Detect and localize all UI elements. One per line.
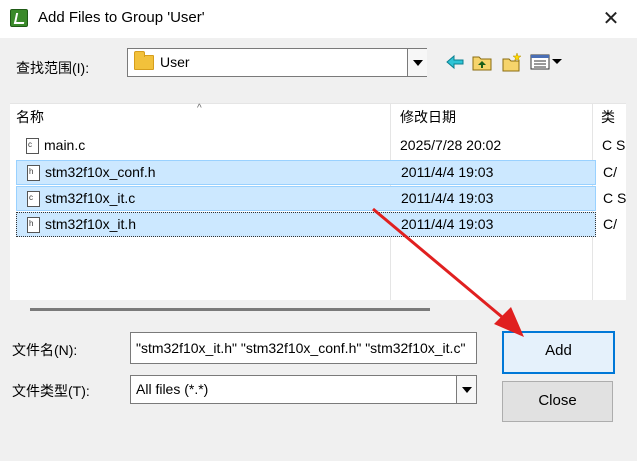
file-name-value: "stm32f10x_it.h" "stm32f10x_conf.h" "stm… [136, 340, 466, 356]
file-name: stm32f10x_it.h [45, 216, 137, 232]
file-name: main.c [44, 137, 86, 153]
scrollbar-thumb[interactable] [30, 308, 430, 311]
file-type: C S [602, 137, 626, 153]
c-file-icon [26, 138, 39, 154]
list-item[interactable]: stm32f10x_conf.h 2011/4/4 19:03 C/ [16, 160, 617, 185]
list-item[interactable]: stm32f10x_it.c 2011/4/4 19:03 C S [16, 186, 626, 211]
list-item[interactable]: main.c 2025/7/28 20:02 C S [16, 134, 625, 157]
chevron-down-icon[interactable] [407, 49, 427, 76]
file-type-label: 文件类型(T): [12, 383, 90, 399]
keil-uvision-icon [10, 9, 28, 27]
file-name: stm32f10x_conf.h [45, 164, 156, 180]
h-file-icon [27, 217, 40, 233]
window-title: Add Files to Group 'User' [38, 9, 205, 26]
file-type-value: All files (*.*) [136, 381, 209, 397]
file-type: C/ [603, 164, 617, 180]
file-type: C/ [603, 216, 617, 232]
close-button[interactable]: Close [502, 381, 613, 422]
new-folder-icon[interactable] [501, 52, 523, 72]
column-header-type[interactable]: 类 [601, 104, 615, 130]
column-header-name[interactable]: 名称 [16, 104, 44, 130]
look-in-value: User [160, 54, 190, 70]
file-date: 2011/4/4 19:03 [401, 190, 494, 206]
file-date: 2011/4/4 19:03 [401, 164, 494, 180]
folder-icon [134, 51, 154, 70]
file-type-dropdown[interactable]: All files (*.*) [130, 375, 477, 404]
file-list[interactable]: 名称 ^ 修改日期 类 main.c 2025/7/28 20:02 C S s… [10, 103, 626, 300]
add-button[interactable]: Add [502, 331, 615, 374]
c-file-icon [27, 191, 40, 207]
file-name-label: 文件名(N): [12, 342, 78, 358]
h-file-icon [27, 165, 40, 181]
file-name-input[interactable]: "stm32f10x_it.h" "stm32f10x_conf.h" "stm… [130, 332, 477, 364]
sort-ascending-icon: ^ [197, 103, 202, 114]
file-date: 2025/7/28 20:02 [400, 137, 502, 153]
up-folder-icon[interactable] [471, 52, 493, 72]
column-header-date[interactable]: 修改日期 [400, 104, 456, 130]
close-icon[interactable]: ✕ [598, 6, 624, 32]
file-type: C S [603, 190, 627, 206]
back-arrow-icon[interactable] [444, 52, 466, 72]
look-in-dropdown[interactable]: User [127, 48, 427, 77]
view-menu-icon[interactable] [530, 52, 566, 72]
list-item[interactable]: stm32f10x_it.h 2011/4/4 19:03 C/ [16, 212, 617, 237]
file-date: 2011/4/4 19:03 [401, 216, 494, 232]
chevron-down-icon[interactable] [456, 376, 476, 403]
look-in-label: 查找范围(I): [16, 60, 90, 76]
file-name: stm32f10x_it.c [45, 190, 136, 206]
